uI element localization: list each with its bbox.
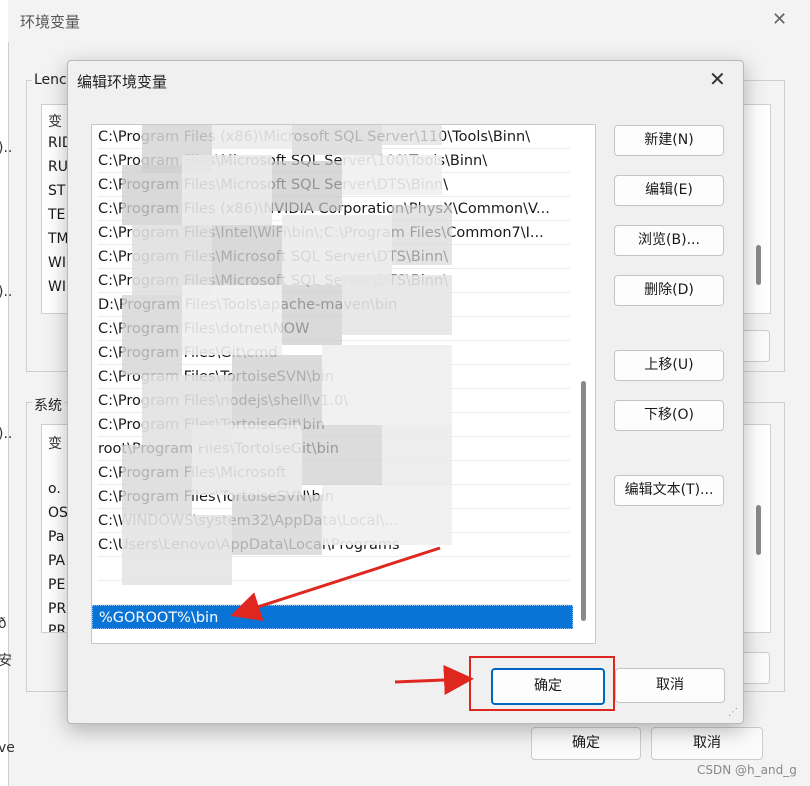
arrow-to-goroot-entry (230, 546, 441, 621)
watermark: CSDN @h_and_g (697, 763, 797, 777)
arrow-to-ok-button (394, 664, 474, 695)
annotation-arrows (230, 546, 474, 695)
